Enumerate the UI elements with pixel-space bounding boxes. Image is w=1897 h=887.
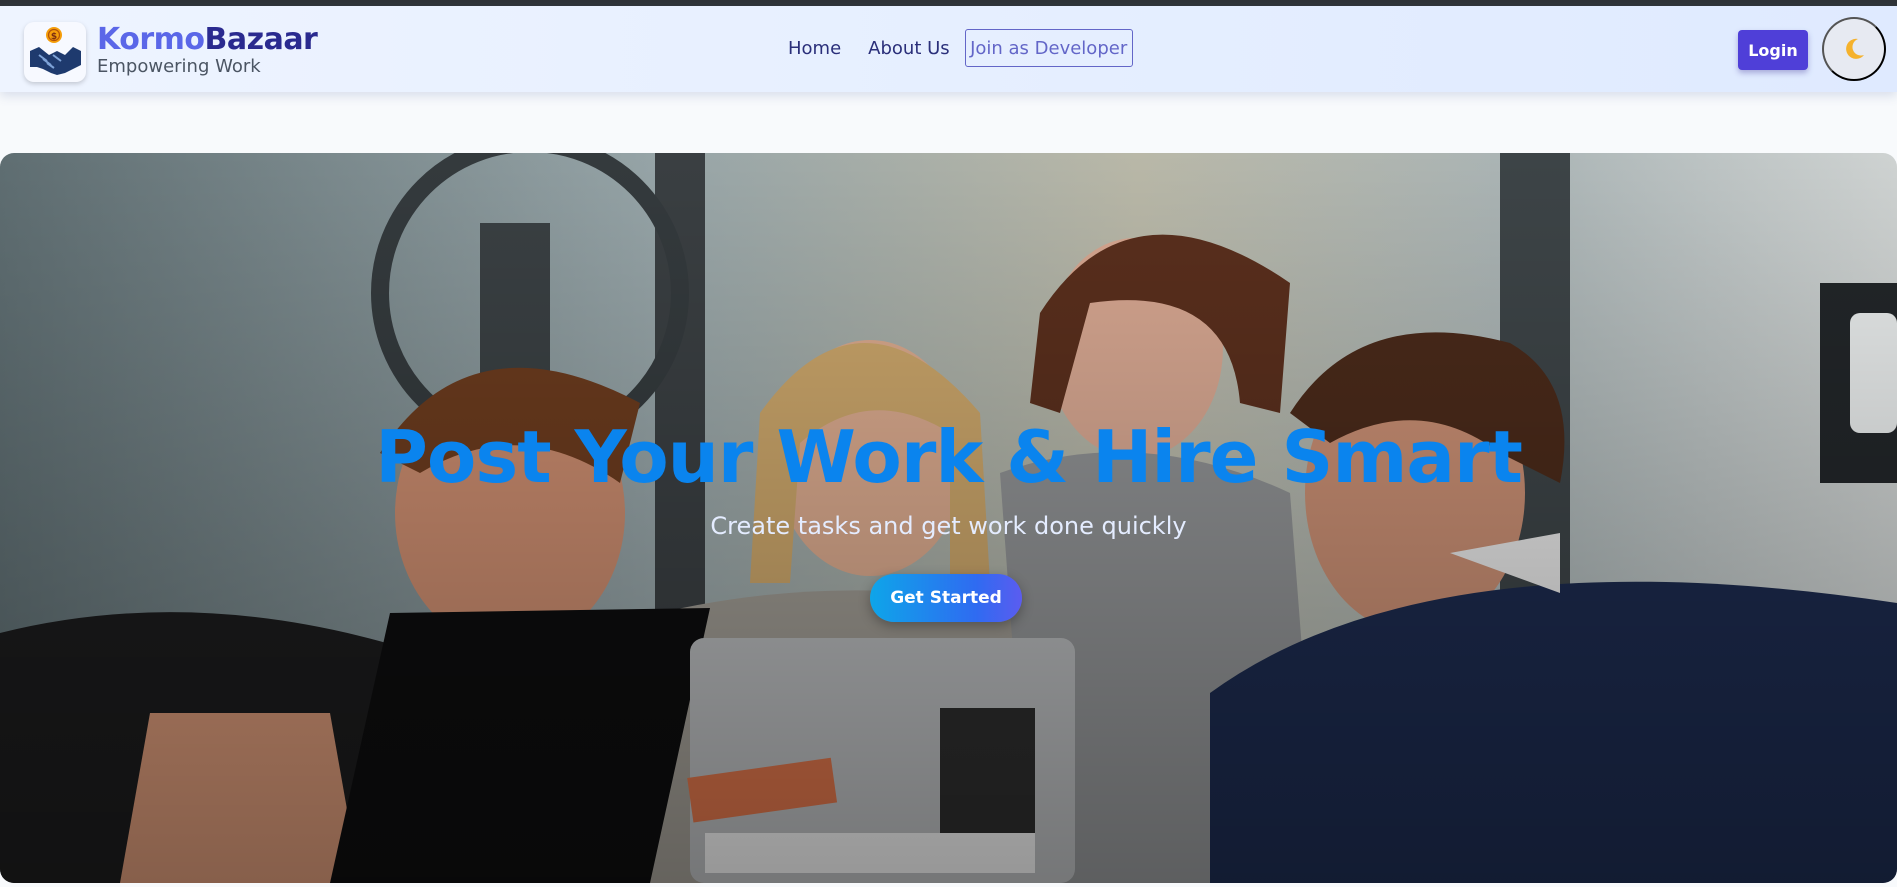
get-started-button[interactable]: Get Started <box>870 574 1022 622</box>
brand-logo[interactable]: $ <box>24 22 86 82</box>
brand-name[interactable]: KormoBazaar <box>97 22 318 57</box>
svg-text:$: $ <box>51 32 57 42</box>
hero-subtitle: Create tasks and get work done quickly <box>710 512 1187 540</box>
join-as-developer-button[interactable]: Join as Developer <box>964 29 1133 67</box>
brand: KormoBazaar Empowering Work <box>97 22 318 78</box>
brand-tagline: Empowering Work <box>97 56 261 77</box>
handshake-coin-icon: $ <box>30 27 81 75</box>
nav-link-about-us[interactable]: About Us <box>868 38 950 59</box>
hero-section: Post Your Work & Hire Smart Create tasks… <box>0 153 1897 883</box>
brand-name-kormo: Kormo <box>97 22 205 57</box>
login-button[interactable]: Login <box>1738 30 1808 70</box>
navbar: $ KormoBazaar Empowering Work Home About… <box>0 6 1897 92</box>
moon-icon <box>1846 38 1864 59</box>
brand-name-bazaar: Bazaar <box>204 22 318 57</box>
main-nav: Home About Us Join as Developer <box>788 29 1133 67</box>
nav-link-home[interactable]: Home <box>788 38 841 59</box>
theme-toggle-button[interactable] <box>1822 17 1886 81</box>
hero-title: Post Your Work & Hire Smart <box>375 415 1523 499</box>
